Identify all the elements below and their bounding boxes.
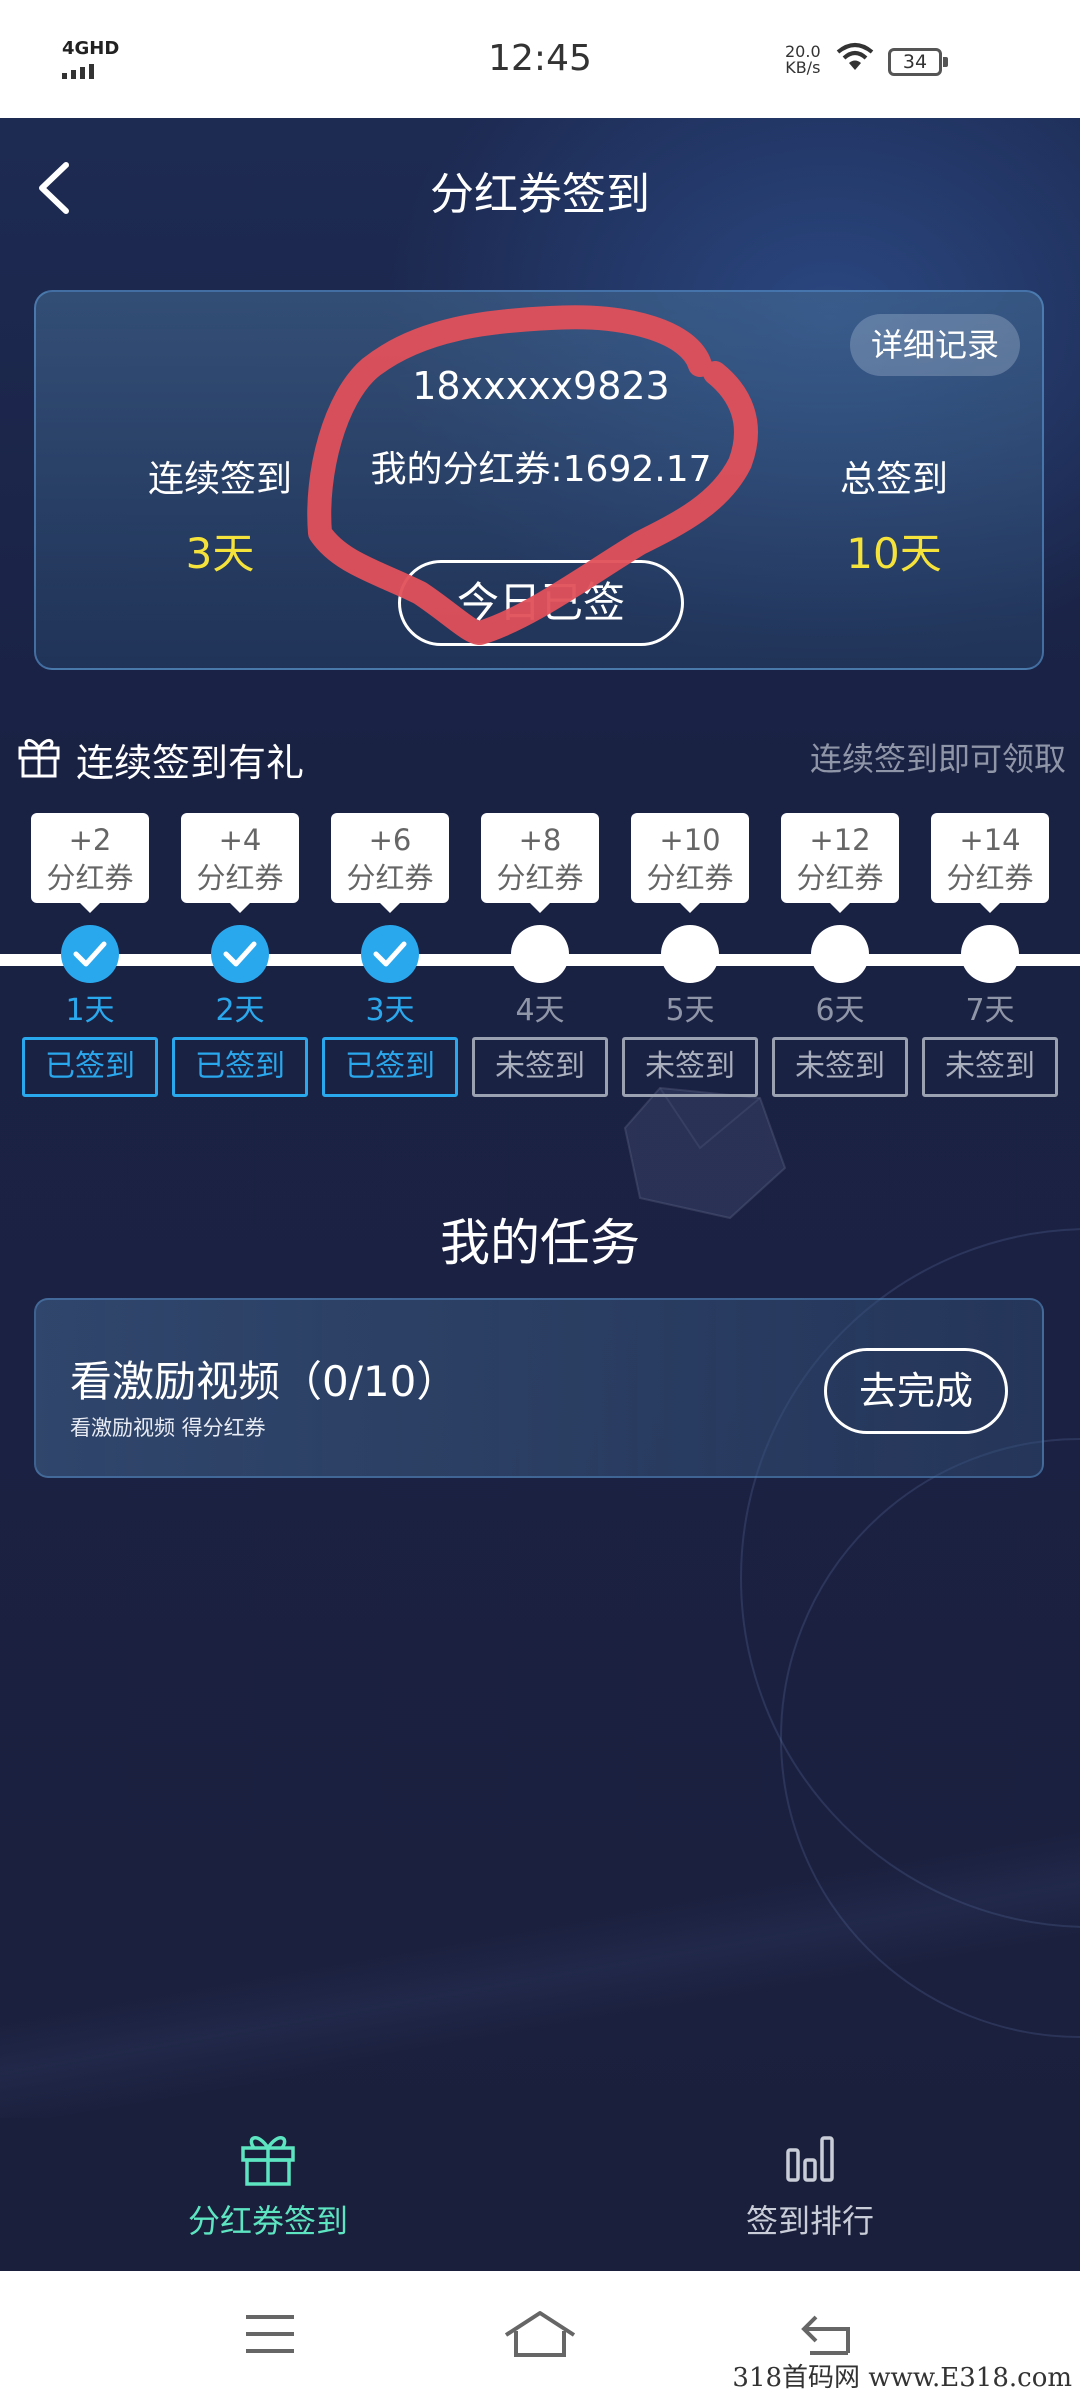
day-label: 7天 [965, 993, 1015, 1028]
total-label: 总签到 [839, 459, 948, 500]
user-phone: 18xxxxx9823 [412, 364, 670, 408]
reward-amount: +14 [959, 823, 1021, 857]
reward-tag: +4 分红券 [181, 813, 299, 913]
task-card: 看激励视频（0/10） 看激励视频 得分红券 去完成 [34, 1298, 1044, 1478]
day-item: +2 分红券 1天已签到 [20, 813, 160, 1097]
streak-stat: 连续签到 3天 [100, 450, 340, 581]
signin-status-badge: 已签到 [172, 1037, 308, 1097]
reward-tag: +10 分红券 [631, 813, 749, 913]
day-label: 3天 [365, 993, 415, 1028]
reward-amount: +10 [659, 823, 721, 857]
decor-sweep [0, 1818, 1080, 2118]
signin-status-badge: 已签到 [322, 1037, 458, 1097]
gift-icon [18, 739, 60, 778]
network-speed: 20.0 KB/s [785, 44, 821, 76]
tab-label: 签到排行 [745, 2202, 874, 2240]
day-item: +6 分红券 3天已签到 [320, 813, 460, 1097]
tab-label: 分红券签到 [187, 2202, 348, 2240]
battery-level: 34 [902, 51, 928, 73]
check-circle-icon [361, 925, 419, 983]
gift-section-hint: 连续签到即可领取 [809, 740, 1066, 778]
total-value: 10天 [846, 529, 942, 578]
tab-coupon-signin[interactable]: 分红券签到 [118, 2128, 418, 2242]
day-item: +4 分红券 2天已签到 [170, 813, 310, 1097]
signin-status-badge: 未签到 [922, 1037, 1058, 1097]
task-section-title: 我的任务 [440, 1214, 640, 1272]
back-arrow-icon[interactable] [796, 2309, 852, 2359]
reward-unit: 分红券 [196, 861, 284, 895]
day-item: +14 分红券 7天未签到 [920, 813, 1060, 1097]
reward-unit: 分红券 [796, 861, 884, 895]
gift-icon [241, 2136, 295, 2186]
signin-summary-card: 详细记录 18xxxxx9823 我的分红券:1692.17 连续签到 3天 总… [34, 290, 1044, 670]
reward-unit: 分红券 [496, 861, 584, 895]
day-label: 2天 [215, 993, 265, 1028]
reward-amount: +2 [68, 823, 112, 857]
menu-icon[interactable] [242, 2309, 298, 2359]
reward-tag: +14 分红券 [931, 813, 1049, 913]
signed-today-button[interactable]: 今日已签 [398, 560, 684, 646]
gift-section-header: 连续签到有礼 连续签到即可领取 [16, 726, 1066, 786]
reward-unit: 分红券 [46, 861, 134, 895]
system-nav-bar: 318首码网 www.E318.com [0, 2271, 1080, 2400]
tab-bar: 分红券签到 签到排行 [0, 2098, 1080, 2271]
total-stat: 总签到 10天 [774, 450, 1014, 581]
reward-tag: +12 分红券 [781, 813, 899, 913]
go-complete-button[interactable]: 去完成 [824, 1348, 1008, 1434]
day-item: +10 分红券 5天未签到 [620, 813, 760, 1097]
page-title: 分红券签到 [430, 169, 650, 220]
battery-icon: 34 [888, 48, 948, 76]
reward-tag: +2 分红券 [31, 813, 149, 913]
reward-unit: 分红券 [946, 861, 1034, 895]
bar-chart-icon [786, 2136, 834, 2182]
app-screen: 分红券签到 详细记录 18xxxxx9823 我的分红券:1692.17 连续签… [0, 118, 1080, 2271]
reward-tag: +8 分红券 [481, 813, 599, 913]
empty-circle-icon [661, 925, 719, 983]
watermark: 318首码网 www.E318.com [732, 2363, 1072, 2393]
day-label: 1天 [65, 993, 115, 1028]
day-label: 5天 [665, 993, 715, 1028]
task-description: 看激励视频 得分红券 [70, 1416, 266, 1440]
wifi-icon [836, 43, 874, 70]
signin-status-badge: 已签到 [22, 1037, 158, 1097]
reward-amount: +8 [518, 823, 562, 857]
status-bar: 4GHD 12:45 20.0 KB/s 34 [0, 0, 1080, 118]
reward-amount: +6 [368, 823, 412, 857]
reward-amount: +4 [218, 823, 262, 857]
empty-circle-icon [811, 925, 869, 983]
empty-circle-icon [961, 925, 1019, 983]
tab-signin-ranking[interactable]: 签到排行 [660, 2128, 960, 2242]
day-item: +12 分红券 6天未签到 [770, 813, 910, 1097]
reward-tag: +6 分红券 [331, 813, 449, 913]
reward-unit: 分红券 [346, 861, 434, 895]
check-circle-icon [211, 925, 269, 983]
speed-unit: KB/s [785, 58, 821, 77]
task-name: 看激励视频（0/10） [70, 1357, 459, 1406]
streak-label: 连续签到 [147, 459, 292, 500]
signin-status-badge: 未签到 [622, 1037, 758, 1097]
day-label: 6天 [815, 993, 865, 1028]
signin-status-badge: 未签到 [772, 1037, 908, 1097]
streak-value: 3天 [185, 529, 255, 578]
gift-section-title: 连续签到有礼 [76, 741, 305, 785]
reward-unit: 分红券 [646, 861, 734, 895]
empty-circle-icon [511, 925, 569, 983]
reward-amount: +12 [809, 823, 871, 857]
check-circle-icon [61, 925, 119, 983]
home-icon[interactable] [502, 2309, 578, 2359]
day-item: +8 分红券 4天未签到 [470, 813, 610, 1097]
signin-status-badge: 未签到 [472, 1037, 608, 1097]
day-label: 4天 [515, 993, 565, 1028]
